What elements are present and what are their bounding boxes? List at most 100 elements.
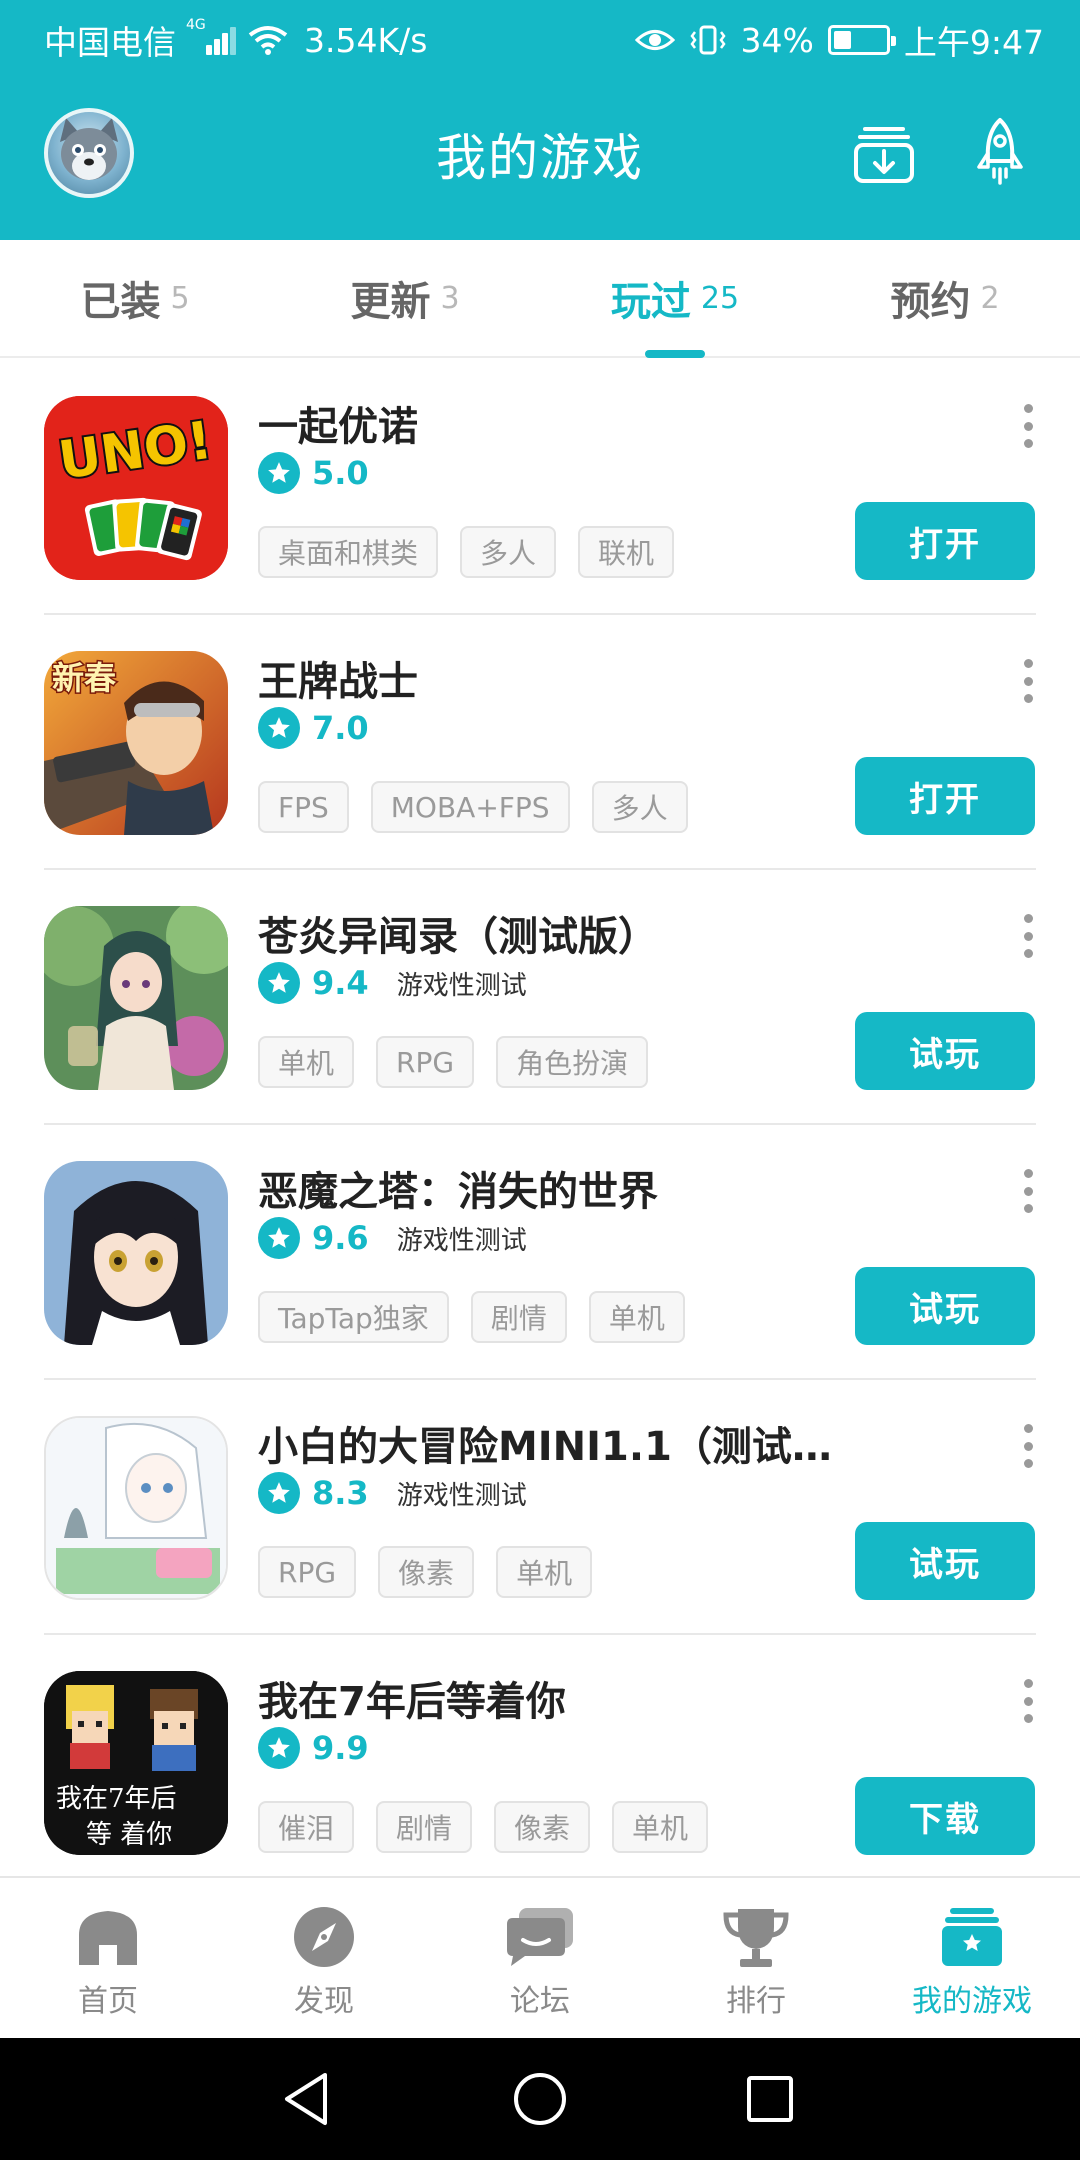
trial-button[interactable]: 试玩: [855, 1522, 1035, 1600]
test-note: 游戏性测试: [396, 1225, 527, 1256]
game-item[interactable]: UNO! 一起优诺 5.0 桌面和棋类 多人 联机 打开: [0, 360, 1080, 615]
game-score: 7.0: [312, 709, 369, 747]
game-tag[interactable]: RPG: [258, 1546, 357, 1598]
home-icon: [72, 1904, 144, 1970]
game-tag[interactable]: TapTap独家: [258, 1291, 449, 1343]
trial-button[interactable]: 试玩: [855, 1012, 1035, 1090]
tab-label: 更新: [350, 279, 431, 325]
game-item[interactable]: 苍炎异闻录（测试版） 9.4 游戏性测试 单机 RPG 角色扮演 试玩: [0, 870, 1080, 1125]
game-tag[interactable]: 联机: [578, 526, 675, 578]
game-tag[interactable]: 单机: [612, 1801, 709, 1853]
game-item[interactable]: 小白的大冒险MINI1.1（测试版… 8.3 游戏性测试 RPG 像素 单机 试…: [0, 1380, 1080, 1635]
nav-item-discover[interactable]: 发现: [216, 1878, 432, 2040]
nav-item-my-games[interactable]: 我的游戏: [864, 1878, 1080, 2040]
game-tag[interactable]: 单机: [258, 1036, 355, 1088]
game-tag[interactable]: MOBA+FPS: [370, 781, 570, 833]
game-tag[interactable]: 单机: [588, 1291, 685, 1343]
pixel-couple-artwork: 我在7年后 等 着你: [44, 1671, 228, 1855]
xiaobai-adventure-icon[interactable]: [44, 1416, 228, 1600]
anime-girl-dark-hair-artwork: [44, 1161, 228, 1345]
game-item[interactable]: 新春 王牌战士 7.0 FPS MOBA+FPS 多人 打开: [0, 615, 1080, 870]
game-name[interactable]: 恶魔之塔：消失的世界: [258, 1159, 658, 1217]
game-name[interactable]: 一起优诺: [258, 394, 418, 452]
signal-icon: 4G: [186, 17, 236, 55]
rocket-button[interactable]: [962, 114, 1038, 190]
game-name[interactable]: 小白的大冒险MINI1.1（测试版…: [258, 1414, 868, 1472]
pixel-couple-icon[interactable]: 我在7年后 等 着你: [44, 1671, 228, 1855]
star-icon: [258, 1727, 300, 1769]
battery-icon: [827, 25, 896, 55]
game-name[interactable]: 苍炎异闻录（测试版）: [258, 904, 658, 962]
nav-item-ranking[interactable]: 排行: [648, 1878, 864, 2040]
ace-soldier-banner-text: 新春: [52, 659, 116, 697]
game-tag[interactable]: 角色扮演: [496, 1036, 649, 1088]
game-score: 9.6: [312, 1219, 369, 1257]
game-tag[interactable]: FPS: [258, 781, 349, 833]
back-icon[interactable]: [272, 2064, 342, 2134]
more-options-icon[interactable]: [1020, 1424, 1036, 1468]
tab-count: 2: [980, 280, 1000, 316]
download-manager-button[interactable]: [846, 114, 922, 190]
game-item[interactable]: 恶魔之塔：消失的世界 9.6 游戏性测试 TapTap独家 剧情 单机 试玩: [0, 1125, 1080, 1380]
status-bar: 中国电信 4G 3.54K/s 34% 上午9:47: [0, 0, 1080, 74]
anime-girl-forest-icon[interactable]: [44, 906, 228, 1090]
game-item[interactable]: 我在7年后 等 着你 我在7年后等着你 9.9 催泪 剧情 像素 单机 下载: [0, 1635, 1080, 1875]
nav-label: 首页: [78, 1984, 138, 2019]
game-score: 8.3: [312, 1474, 369, 1512]
ace-soldier-artwork: 新春: [44, 651, 228, 835]
game-tag[interactable]: 多人: [591, 781, 688, 833]
game-tag[interactable]: 催泪: [258, 1801, 355, 1853]
more-options-icon[interactable]: [1020, 1169, 1036, 1213]
battery-level: [833, 31, 851, 49]
pixel-couple-title-1: 我在7年后: [56, 1784, 177, 1814]
tab-installed[interactable]: 已装 5: [0, 240, 270, 356]
network-speed: 3.54K/s: [304, 20, 428, 60]
active-tab-indicator: [645, 350, 705, 358]
tab-count: 25: [700, 280, 740, 316]
game-tag[interactable]: 多人: [460, 526, 557, 578]
anime-girl-dark-hair-icon[interactable]: [44, 1161, 228, 1345]
game-tag[interactable]: 单机: [496, 1546, 593, 1598]
more-options-icon[interactable]: [1020, 914, 1036, 958]
nav-label: 发现: [294, 1984, 354, 2019]
more-options-icon[interactable]: [1020, 404, 1036, 448]
game-tag[interactable]: RPG: [376, 1036, 475, 1088]
status-left: 中国电信 4G 3.54K/s: [44, 16, 427, 64]
trophy-icon: [720, 1904, 792, 1970]
tab-updates[interactable]: 更新 3: [270, 240, 540, 356]
download-button[interactable]: 下载: [855, 1777, 1035, 1855]
uno-icon[interactable]: UNO!: [44, 396, 228, 580]
tab-played[interactable]: 玩过 25: [540, 240, 810, 356]
recents-icon[interactable]: [735, 2064, 805, 2134]
open-button[interactable]: 打开: [855, 502, 1035, 580]
game-rating: 9.4 游戏性测试: [258, 962, 527, 1004]
ace-soldier-icon[interactable]: 新春: [44, 651, 228, 835]
game-tags: 催泪 剧情 像素 单机: [258, 1801, 709, 1853]
game-score: 9.9: [312, 1729, 369, 1767]
tab-count: 5: [170, 280, 190, 316]
home-circle-icon[interactable]: [505, 2064, 575, 2134]
game-name[interactable]: 我在7年后等着你: [258, 1669, 566, 1727]
uno-artwork: UNO!: [44, 396, 228, 580]
game-tag[interactable]: 桌面和棋类: [258, 526, 439, 578]
game-tags: FPS MOBA+FPS 多人: [258, 781, 688, 833]
game-tag[interactable]: 像素: [494, 1801, 591, 1853]
more-options-icon[interactable]: [1020, 1679, 1036, 1723]
open-button[interactable]: 打开: [855, 757, 1035, 835]
rocket-icon: [977, 118, 1023, 185]
nav-item-forum[interactable]: 论坛: [432, 1878, 648, 2040]
game-tag[interactable]: 剧情: [376, 1801, 473, 1853]
nav-item-home[interactable]: 首页: [0, 1878, 216, 2040]
game-rating: 7.0: [258, 707, 369, 749]
game-list[interactable]: UNO! 一起优诺 5.0 桌面和棋类 多人 联机 打开 新春 王牌战士 7.0…: [0, 360, 1080, 1875]
tab-reservations[interactable]: 预约 2: [810, 240, 1080, 356]
more-options-icon[interactable]: [1020, 659, 1036, 703]
trial-button[interactable]: 试玩: [855, 1267, 1035, 1345]
star-icon: [258, 707, 300, 749]
game-name[interactable]: 王牌战士: [258, 649, 418, 707]
game-rating: 9.6 游戏性测试: [258, 1217, 527, 1259]
carrier-label: 中国电信: [44, 23, 176, 62]
app-header: 中国电信 4G 3.54K/s 34% 上午9:47 我的游戏: [0, 0, 1080, 240]
game-tag[interactable]: 像素: [378, 1546, 475, 1598]
game-tag[interactable]: 剧情: [470, 1291, 567, 1343]
